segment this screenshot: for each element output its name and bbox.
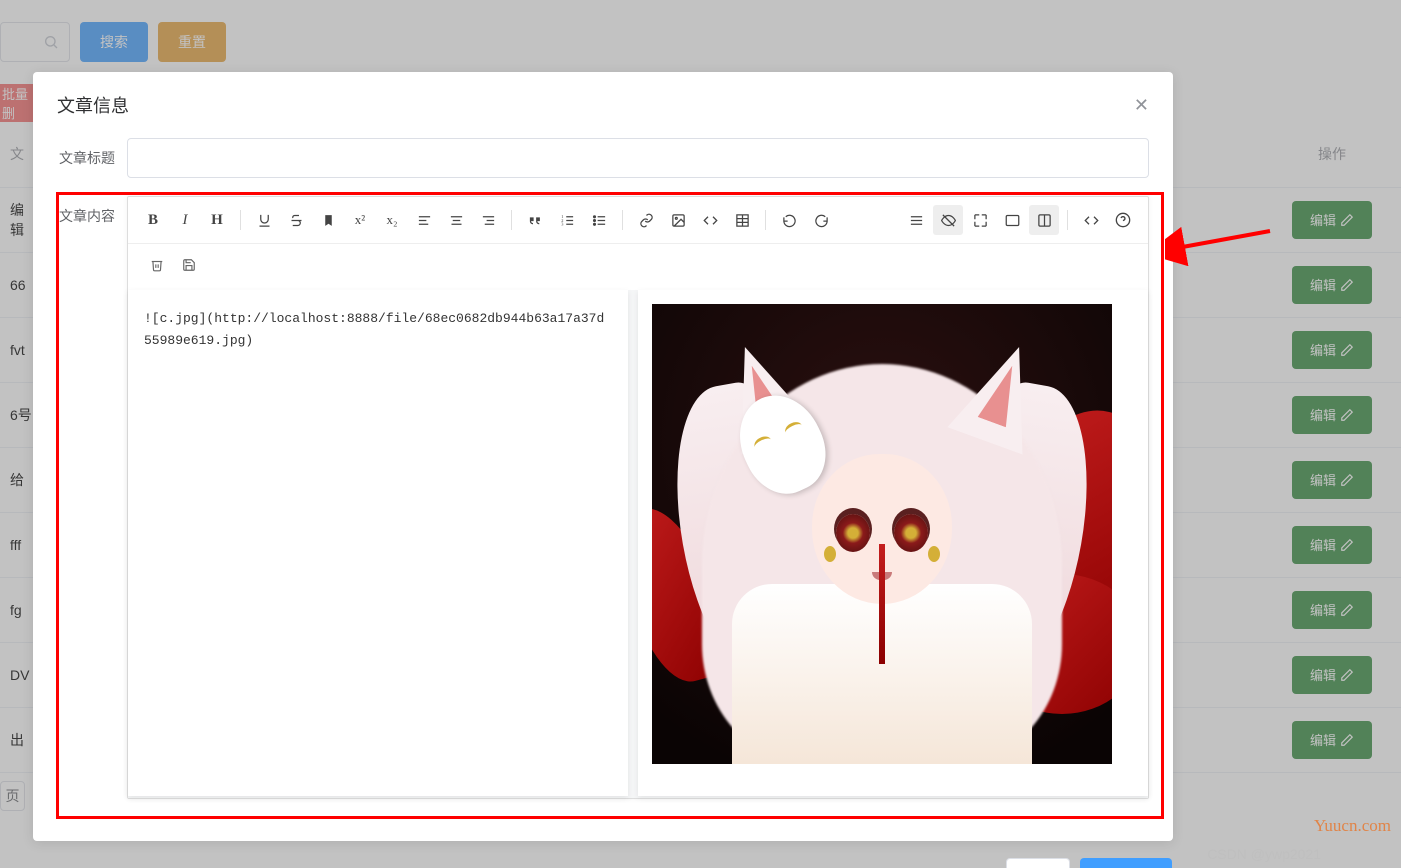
align-left-icon[interactable] (409, 205, 439, 235)
markdown-source-pane[interactable]: ![c.jpg](http://localhost:8888/file/68ec… (128, 290, 628, 796)
read-model-icon[interactable] (997, 205, 1027, 235)
subfield-icon[interactable] (1029, 205, 1059, 235)
ordered-list-icon[interactable]: 123 (552, 205, 582, 235)
close-icon[interactable]: ✕ (1134, 95, 1149, 116)
editor-panes: ![c.jpg](http://localhost:8888/file/68ec… (128, 290, 1148, 798)
fullscreen-icon[interactable] (965, 205, 995, 235)
save-icon[interactable] (174, 250, 204, 280)
quote-icon[interactable] (520, 205, 550, 235)
html-code-icon[interactable] (1076, 205, 1106, 235)
image-icon[interactable] (663, 205, 693, 235)
align-center-icon[interactable] (441, 205, 471, 235)
content-label: 文章内容 (57, 196, 127, 226)
markdown-editor: B I H x² x₂ 123 (127, 196, 1149, 799)
svg-text:3: 3 (561, 221, 564, 226)
redo-icon[interactable] (806, 205, 836, 235)
article-modal: 文章信息 ✕ 文章标题 文章内容 B I H x² x₂ (33, 72, 1173, 841)
title-input[interactable] (127, 138, 1149, 178)
help-icon[interactable] (1108, 205, 1138, 235)
content-field-row: 文章内容 B I H x² x₂ 123 (57, 196, 1149, 799)
undo-icon[interactable] (774, 205, 804, 235)
align-right-icon[interactable] (473, 205, 503, 235)
sync-scroll-icon[interactable] (933, 205, 963, 235)
code-icon[interactable] (695, 205, 725, 235)
editor-toolbar: B I H x² x₂ 123 (128, 197, 1148, 244)
modal-header: 文章信息 ✕ (33, 72, 1173, 128)
trash-icon[interactable] (142, 250, 172, 280)
unordered-list-icon[interactable] (584, 205, 614, 235)
preview-image (652, 304, 1112, 764)
dialog-confirm-button-partial[interactable] (1080, 858, 1172, 868)
mark-icon[interactable] (313, 205, 343, 235)
subscript-icon[interactable]: x₂ (377, 205, 407, 235)
dialog-cancel-button-partial[interactable] (1006, 858, 1070, 868)
bold-icon[interactable]: B (138, 205, 168, 235)
heading-icon[interactable]: H (202, 205, 232, 235)
link-icon[interactable] (631, 205, 661, 235)
italic-icon[interactable]: I (170, 205, 200, 235)
title-field-row: 文章标题 (57, 138, 1149, 178)
preview-pane (638, 290, 1148, 796)
strikethrough-icon[interactable] (281, 205, 311, 235)
watermark-yuucn: Yuucn.com (1314, 816, 1391, 836)
table-icon[interactable] (727, 205, 757, 235)
underline-icon[interactable] (249, 205, 279, 235)
editor-toolbar-row2 (128, 244, 1148, 290)
superscript-icon[interactable]: x² (345, 205, 375, 235)
modal-title: 文章信息 (57, 92, 129, 118)
navigation-icon[interactable] (901, 205, 931, 235)
title-label: 文章标题 (57, 138, 127, 168)
watermark-csdn: CSDN @ywp2021 (1207, 846, 1321, 862)
